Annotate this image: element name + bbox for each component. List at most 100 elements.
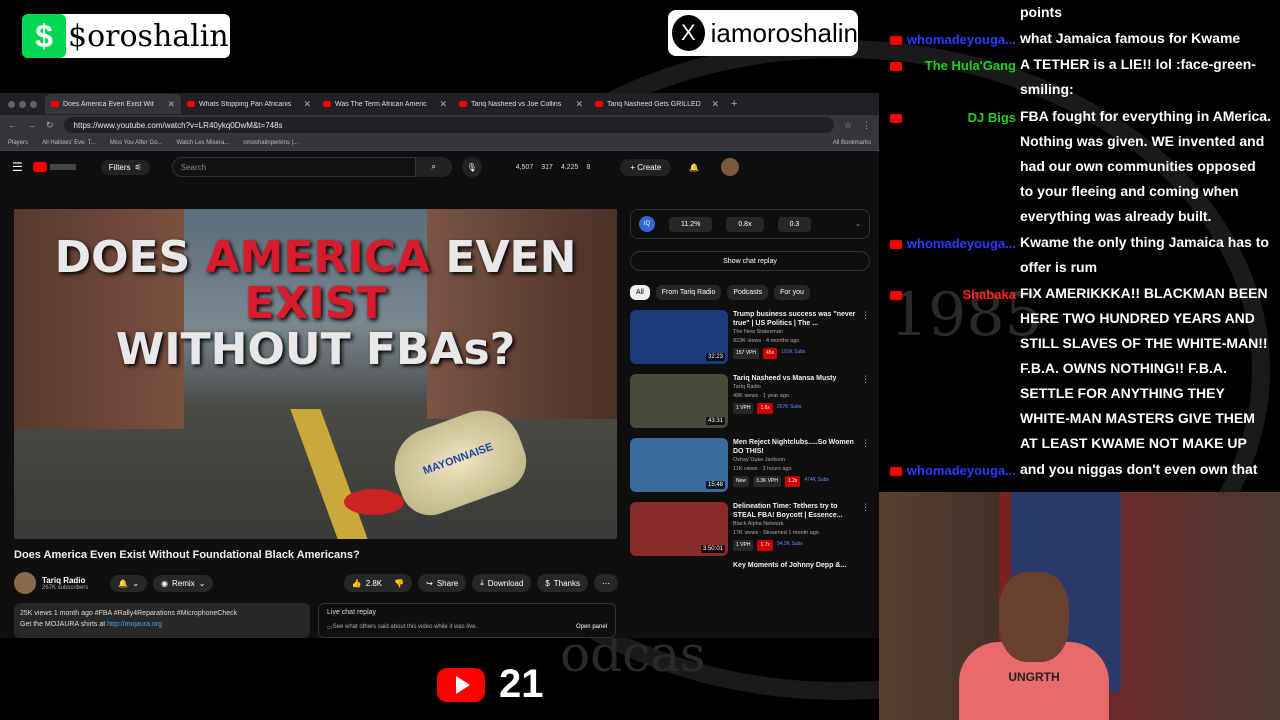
bookmark-item[interactable]: Miss You After Go... (110, 140, 163, 146)
bookmark-item[interactable]: All Hallows' Eve: T... (42, 140, 96, 146)
iq-value[interactable]: 0.3 (777, 216, 812, 232)
more-actions-icon[interactable]: ⋯ (594, 574, 618, 592)
video-actions: 👍 2.8K 👎 ↪ Share ⤓ Download $ Thanks ⋯ (343, 574, 618, 592)
rec-tag: 1.6x (757, 403, 773, 414)
bookmark-star-icon[interactable]: ☆ (844, 120, 852, 131)
rec-title[interactable]: Men Reject Nightclubs.....So Women DO TH… (733, 438, 856, 456)
thumb-word-1: DOES (54, 232, 206, 283)
search-input[interactable]: Search (171, 157, 416, 177)
open-panel-button[interactable]: Open panel (576, 624, 607, 631)
more-options-icon[interactable]: ⋮ (861, 310, 870, 364)
rec-thumbnail[interactable]: 15:48 (630, 438, 728, 492)
show-chat-replay-button[interactable]: Show chat replay (630, 251, 870, 271)
sidebar: IQ 11.2% 0.8x 0.3 ⌄ Show chat replay All Fr… (630, 209, 870, 569)
menu-icon[interactable]: ☰ (12, 160, 23, 174)
filters-label: Filters (108, 162, 131, 172)
back-icon[interactable]: ← (8, 120, 17, 130)
chat-text: Kwame the only thing Jamaica has to offe… (1020, 234, 1269, 275)
recommendation-item[interactable]: 32:23 Trump business success was "never … (630, 310, 870, 364)
youtube-logo[interactable] (32, 161, 77, 173)
download-button[interactable]: ⤓ Download (472, 574, 532, 592)
search-icon[interactable]: ⌕ (415, 157, 452, 177)
more-options-icon[interactable]: ⋮ (861, 438, 870, 492)
close-icon[interactable]: ✕ (575, 99, 583, 110)
iq-value[interactable]: 11.2% (669, 216, 713, 232)
download-icon: ⤓ (480, 578, 484, 587)
rec-thumbnail[interactable]: 32:23 (630, 310, 728, 364)
webcam-feed: UNGRTH (879, 492, 1280, 720)
new-tab-icon[interactable]: + (725, 98, 743, 110)
chevron-down-icon[interactable]: ⌄ (855, 220, 861, 228)
thumbs-down-icon[interactable]: 👎 (394, 579, 404, 588)
filter-chip[interactable]: All (630, 285, 650, 300)
more-rec-title[interactable]: Key Moments of Johnny Depp &... (630, 562, 870, 569)
rec-tag: 1 VPH (733, 403, 754, 414)
recommendation-item[interactable]: 15:48 Men Reject Nightclubs.....So Women… (630, 438, 870, 492)
notification-bell-icon[interactable]: 🔔 (689, 163, 699, 172)
menu-dots-icon[interactable]: ⋮ (862, 120, 871, 131)
close-icon[interactable]: ✕ (167, 99, 175, 110)
description-box[interactable]: 25K views 1 month ago #FBA #Rally4Repara… (14, 603, 310, 638)
bookmark-item[interactable]: omoshalinperkins |... (243, 140, 298, 146)
streamer: UNGRTH (959, 572, 1109, 720)
video-player[interactable]: MAYONNAISE DOES AMERICA EVEN EXIST WITHO… (14, 209, 617, 539)
desc-line-1: 25K views 1 month ago #FBA #Rally4Repara… (20, 610, 238, 617)
recommendation-item[interactable]: 43:31 Tariq Nasheed vs Mansa Musty Tariq… (630, 374, 870, 428)
more-options-icon[interactable]: ⋮ (861, 374, 870, 428)
chat-author: whomadeyouga... (906, 463, 1016, 478)
close-icon[interactable]: ✕ (439, 99, 447, 110)
browser-tab[interactable]: Was The Term African Americ ✕ (317, 94, 453, 114)
filter-chip[interactable]: From Tariq Radio (655, 285, 722, 300)
thumb-line-2: WITHOUT FBAs? (115, 324, 516, 375)
share-button[interactable]: ↪ Share (418, 574, 467, 592)
chat-author: whomadeyouga... (906, 32, 1016, 47)
more-options-icon[interactable]: ⋮ (861, 502, 870, 556)
desc-link[interactable]: http://mojaura.org (107, 621, 162, 628)
rec-thumbnail[interactable]: 3:50:01 (630, 502, 728, 556)
browser-tab[interactable]: Whats Stopping Pan Africanis ✕ (181, 94, 317, 114)
channel-avatar[interactable] (14, 572, 36, 594)
channel-name[interactable]: Tariq Radio (42, 576, 88, 585)
thumb-word-4: EXIST (244, 278, 387, 329)
rec-tag: 267K Subs (776, 404, 802, 410)
rec-title[interactable]: Delineation Time: Tethers try to STEAL F… (733, 502, 856, 520)
rec-channel[interactable]: Tariq Radio (733, 383, 856, 392)
rec-title[interactable]: Trump business success was "never true" … (733, 310, 856, 328)
recommendation-item[interactable]: 3:50:01 Delineation Time: Tethers try to… (630, 502, 870, 556)
forward-icon[interactable]: → (27, 120, 36, 130)
rec-tag: 1 VPH (733, 540, 754, 551)
chat-author: whomadeyouga... (906, 236, 1016, 251)
iq-value[interactable]: 0.8x (726, 216, 764, 232)
browser-tab[interactable]: Does America Even Exist Wit ✕ (45, 94, 181, 114)
bookmark-item[interactable]: Players (8, 140, 28, 146)
reload-icon[interactable]: ↻ (46, 120, 54, 131)
bookmark-item[interactable]: Watch Les Misera... (176, 140, 229, 146)
url-field[interactable]: https://www.youtube.com/watch?v=LR40ykq0… (63, 117, 834, 133)
close-icon[interactable]: ✕ (303, 99, 311, 110)
rec-channel[interactable]: Oshay Duke Jackson (733, 456, 856, 465)
window-controls[interactable] (0, 100, 45, 108)
remix-button[interactable]: ◉ Remix ⌄ (153, 574, 214, 592)
like-button[interactable]: 👍 2.8K 👎 (343, 574, 413, 592)
create-button[interactable]: + Create (620, 158, 672, 176)
browser-tab[interactable]: Tariq Nasheed Gets GRILLED ✕ (589, 94, 725, 114)
rec-title[interactable]: Tariq Nasheed vs Mansa Musty (733, 374, 856, 383)
rec-channel[interactable]: The New Statesman (733, 328, 856, 337)
browser-tab[interactable]: Tariq Nasheed vs Joe Collins ✕ (453, 94, 589, 114)
filters-button[interactable]: Filters ⚟ (100, 159, 150, 175)
all-bookmarks[interactable]: All Bookmarks (833, 140, 871, 146)
thanks-button[interactable]: $ Thanks (537, 574, 588, 592)
subscribed-bell-button[interactable]: 🔔 ⌄ (110, 574, 148, 592)
youtube-header: ☰ Filters ⚟ Search ⌕ 🎙 4,507 317 4,225 8 + C… (0, 151, 879, 183)
close-icon[interactable]: ✕ (711, 99, 719, 110)
rec-channel[interactable]: Black Alpha Network (733, 520, 856, 529)
livechat-title: Live chat replay (327, 609, 377, 616)
stat-value: 4,225 (560, 163, 579, 171)
filter-chip[interactable]: For you (774, 285, 810, 300)
rec-meta: 49K views · 1 year ago (733, 393, 789, 399)
rec-thumbnail[interactable]: 43:31 (630, 374, 728, 428)
microphone-icon[interactable]: 🎙 (461, 157, 482, 177)
filter-chip[interactable]: Podcasts (727, 285, 769, 300)
chat-text: what Jamaica famous for Kwame (1020, 30, 1241, 46)
account-avatar[interactable] (721, 158, 740, 176)
